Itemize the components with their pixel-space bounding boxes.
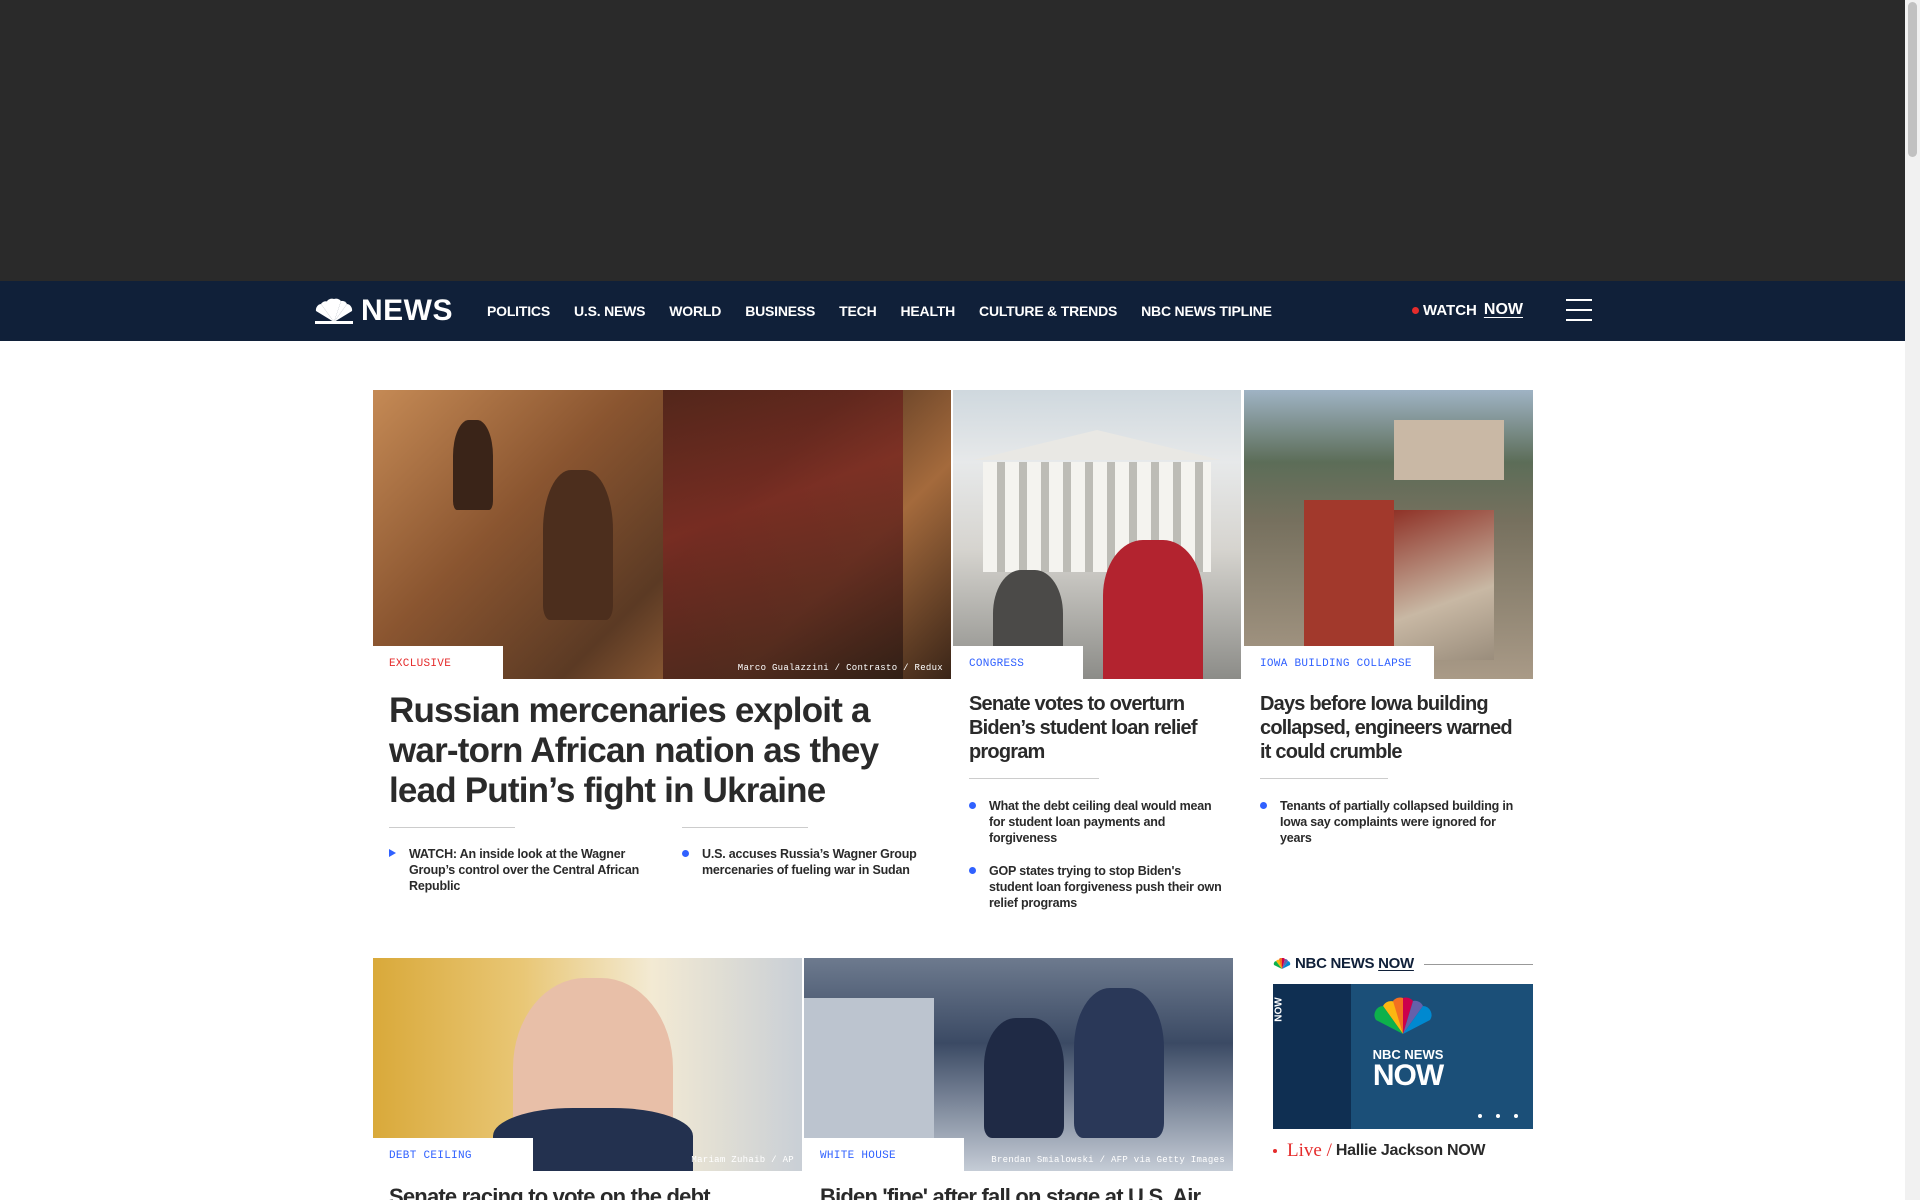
top-navbar: NEWS POLITICS U.S. NEWS WORLD BUSINESS T… [0,281,1905,341]
bullet-icon [1260,802,1267,809]
nav-tipline[interactable]: NBC NEWS TIPLINE [1141,303,1272,319]
section-nav: POLITICS U.S. NEWS WORLD BUSINESS TECH H… [487,281,1272,341]
story2-tag[interactable]: CONGRESS [953,646,1083,679]
widget-title: NBC NEWS NOW [1295,955,1414,972]
bullet-icon [969,802,976,809]
story4-tag[interactable]: DEBT CEILING [373,1138,533,1171]
nav-world[interactable]: WORLD [669,303,721,319]
story3-headline[interactable]: Days before Iowa building collapsed, eng… [1260,692,1515,764]
live-show-link[interactable]: Live / Hallie Jackson NOW [1273,1140,1485,1162]
story4-headline[interactable]: Senate racing to vote on the debt [389,1184,789,1200]
lead-divider-2 [682,827,808,828]
nav-culture-trends[interactable]: CULTURE & TRENDS [979,303,1117,319]
story5-tag[interactable]: WHITE HOUSE [804,1138,964,1171]
play-icon [389,849,396,857]
story2-divider [969,778,1099,779]
nav-health[interactable]: HEALTH [900,303,955,319]
nbc-news-logo[interactable]: NEWS [313,294,453,327]
peacock-color-icon [1273,957,1291,969]
advertisement-slot [0,0,1905,281]
related-text: WATCH: An inside look at the Wagner Grou… [409,847,640,893]
watch-label: WATCH [1423,301,1477,319]
lead-story-headline[interactable]: Russian mercenaries exploit a war-torn A… [389,691,929,811]
story3-image[interactable] [1244,390,1533,679]
live-dot-icon [1412,306,1419,314]
header-rule [1423,964,1533,965]
photo-credit: Brendan Smialowski / AFP via Getty Image… [991,1155,1225,1165]
story3-divider [1260,778,1388,779]
live-dot-icon [1273,1149,1277,1153]
nav-tech[interactable]: TECH [839,303,877,319]
hamburger-icon[interactable] [1566,299,1592,323]
related-text: GOP states trying to stop Biden's studen… [989,864,1222,910]
story2-headline[interactable]: Senate votes to overturn Biden’s student… [969,692,1219,764]
story5-headline[interactable]: Biden 'fine' after fall on stage at U.S.… [820,1184,1230,1200]
scrollbar-thumb[interactable] [1908,2,1917,157]
logo-wordmark: NEWS [361,294,453,327]
page-scrollbar[interactable] [1905,0,1920,1200]
nbc-news-now-header[interactable]: NBC NEWS NOW [1273,955,1533,972]
peacock-logo-icon [1374,997,1432,1034]
lead-related-link-2[interactable]: U.S. accuses Russia’s Wagner Group merce… [682,846,932,878]
story3-tag[interactable]: IOWA BUILDING COLLAPSE [1244,646,1434,679]
nav-politics[interactable]: POLITICS [487,303,550,319]
related-text: Tenants of partially collapsed building … [1280,799,1514,845]
lead-story-image[interactable]: Marco Gualazzini / Contrasto / Redux [373,390,951,679]
photo-credit: Marco Gualazzini / Contrasto / Redux [737,663,943,673]
story3-related-link-1[interactable]: Tenants of partially collapsed building … [1260,798,1520,846]
story2-image[interactable] [953,390,1241,679]
watch-now-button[interactable]: WATCH NOW [1412,301,1523,319]
lead-related-link-1[interactable]: WATCH: An inside look at the Wagner Grou… [389,846,644,894]
bullet-icon [682,850,689,857]
show-name[interactable]: Hallie Jackson NOW [1336,1142,1486,1160]
story2-related-link-1[interactable]: What the debt ceiling deal would mean fo… [969,798,1224,846]
bullet-icon [969,867,976,874]
photo-credit: Mariam Zuhaib / AP [691,1155,794,1165]
watch-now-label: NOW [1483,301,1523,318]
nbc-news-now-video-thumb[interactable]: NOW NBC NEWS NOW [1273,984,1533,1129]
related-text: U.S. accuses Russia’s Wagner Group merce… [702,847,917,877]
nav-us-news[interactable]: U.S. NEWS [574,303,646,319]
lead-story-tag[interactable]: EXCLUSIVE [373,646,503,679]
story2-related-link-2[interactable]: GOP states trying to stop Biden's studen… [969,863,1224,911]
thumb-side-label: NOW [1273,997,1285,1022]
thumb-logo-text: NBC NEWS NOW [1372,1047,1445,1092]
carousel-dots [1478,1114,1518,1118]
related-text: What the debt ceiling deal would mean fo… [989,799,1212,845]
live-label: Live / [1287,1140,1332,1161]
nav-business[interactable]: BUSINESS [745,303,815,319]
peacock-icon [315,298,353,324]
lead-divider [389,827,515,828]
